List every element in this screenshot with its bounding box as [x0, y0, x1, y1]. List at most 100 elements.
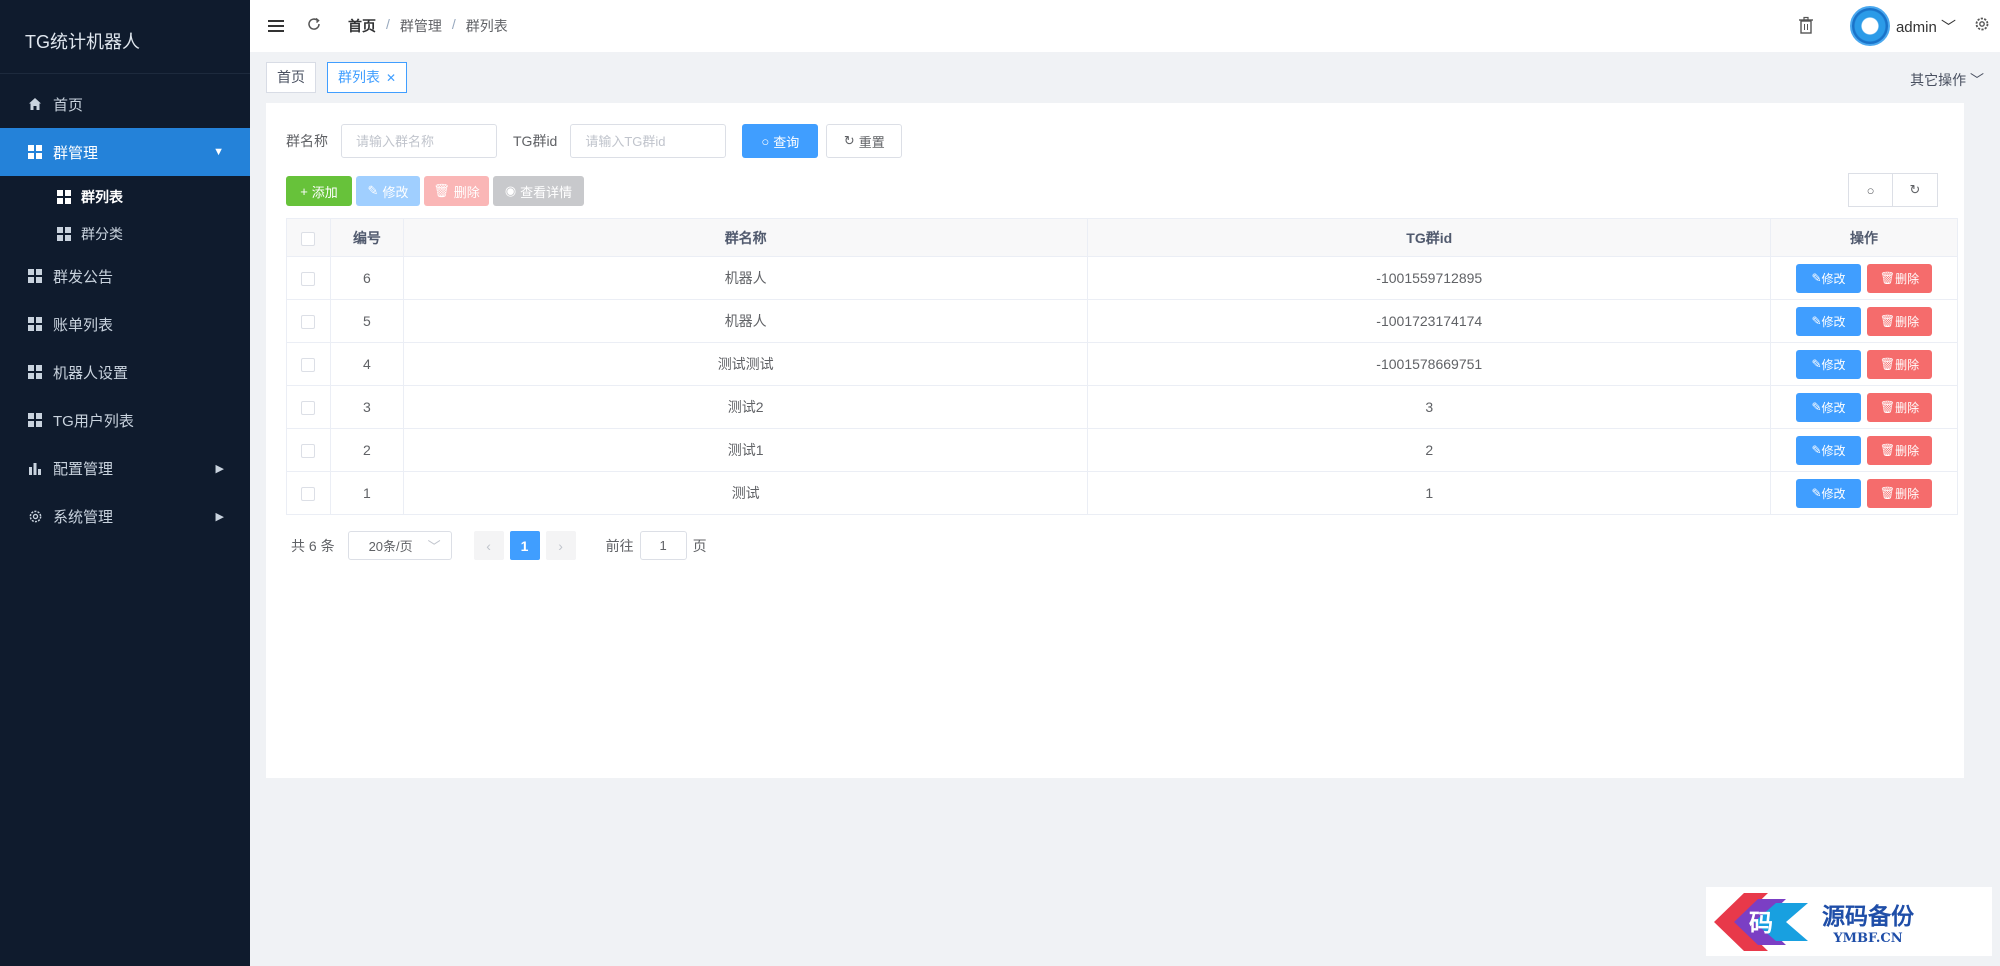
- row-edit-button[interactable]: ✎ 修改: [1796, 349, 1862, 379]
- search-icon: ○: [761, 133, 770, 149]
- row-checkbox[interactable]: [301, 444, 316, 459]
- row-edit-label: 修改: [1821, 271, 1846, 286]
- query-button[interactable]: ○ 查询: [742, 124, 819, 158]
- table-row: 1 测试 1 ✎ 修改 🗑 删除: [286, 471, 1958, 515]
- breadcrumb-item: 群管理: [399, 18, 442, 34]
- select-all-checkbox[interactable]: [301, 231, 316, 246]
- row-edit-button[interactable]: ✎ 修改: [1796, 306, 1862, 336]
- cell-id: 6: [330, 256, 404, 300]
- row-edit-button[interactable]: ✎ 修改: [1796, 478, 1862, 508]
- page-number-current[interactable]: 1: [509, 531, 540, 560]
- cell-group-name: 测试测试: [403, 342, 1089, 386]
- row-select-cell: [286, 385, 331, 429]
- refresh-icon: ↻: [1909, 182, 1921, 197]
- row-checkbox[interactable]: [301, 487, 316, 502]
- row-delete-label: 删除: [1895, 314, 1920, 329]
- row-edit-button[interactable]: ✎ 修改: [1796, 263, 1862, 293]
- settings-gear-icon[interactable]: [1974, 16, 1990, 37]
- sidebar-subitem-group-category[interactable]: 群分类: [0, 215, 250, 252]
- row-delete-button[interactable]: 🗑 删除: [1867, 263, 1933, 293]
- row-edit-label: 修改: [1821, 443, 1846, 458]
- other-operations-dropdown[interactable]: 其它操作 ﹀: [1910, 70, 1984, 90]
- delete-button[interactable]: 🗑 删除: [424, 176, 489, 206]
- table-row: 4 测试测试 -1001578669751 ✎ 修改 🗑 删除: [286, 342, 1958, 386]
- sidebar-item-bills[interactable]: 账单列表: [0, 300, 250, 348]
- sidebar-item-bot-settings[interactable]: 机器人设置: [0, 348, 250, 396]
- breadcrumb-item[interactable]: 首页: [348, 16, 376, 36]
- trash-icon[interactable]: [1798, 16, 1814, 37]
- trash-icon: 🗑: [1879, 271, 1896, 285]
- breadcrumb-separator: /: [451, 16, 456, 32]
- row-checkbox[interactable]: [301, 358, 316, 373]
- add-button[interactable]: + 添加: [286, 176, 352, 206]
- avatar[interactable]: [1849, 6, 1890, 46]
- sidebar-item-label: 首页: [53, 96, 84, 114]
- sidebar-item-config[interactable]: 配置管理 ▶: [0, 444, 250, 492]
- row-delete-label: 删除: [1895, 486, 1920, 501]
- close-icon[interactable]: ✕: [386, 71, 396, 85]
- refresh-icon[interactable]: [306, 16, 322, 37]
- row-select-cell: [286, 299, 331, 343]
- edit-icon: ✎: [1811, 443, 1822, 457]
- edit-icon: ✎: [1811, 486, 1822, 500]
- toggle-search-button[interactable]: ○: [1848, 173, 1893, 207]
- tab-home[interactable]: 首页: [266, 62, 316, 93]
- cell-actions: ✎ 修改 🗑 删除: [1770, 299, 1958, 343]
- group-name-label: 群名称: [286, 133, 328, 149]
- row-edit-button[interactable]: ✎ 修改: [1796, 392, 1862, 422]
- cell-id: 5: [330, 299, 404, 343]
- sidebar-item-broadcast[interactable]: 群发公告: [0, 252, 250, 300]
- goto-page-input[interactable]: [639, 531, 687, 560]
- cell-id: 3: [330, 385, 404, 429]
- sidebar-item-system[interactable]: 系统管理 ▶: [0, 492, 250, 540]
- bar-chart-icon: [27, 460, 43, 476]
- grid-icon: [27, 144, 43, 160]
- row-delete-button[interactable]: 🗑 删除: [1867, 349, 1933, 379]
- sidebar-item-home[interactable]: 首页: [0, 80, 250, 128]
- row-delete-button[interactable]: 🗑 删除: [1867, 435, 1933, 465]
- reset-button[interactable]: ↻ 重置: [826, 124, 903, 158]
- edit-button[interactable]: ✎ 修改: [356, 176, 420, 206]
- sidebar-item-tg-users[interactable]: TG用户列表: [0, 396, 250, 444]
- delete-label: 删除: [453, 184, 480, 200]
- trash-icon: 🗑: [1879, 400, 1896, 414]
- table-header-row: 编号 群名称 TG群id 操作: [286, 218, 1958, 257]
- watermark-emblem-icon: 码: [1714, 893, 1808, 951]
- page-size-select[interactable]: 20条/页 ﹀: [347, 531, 452, 560]
- watermark-en: YMBF.CN: [1833, 931, 1903, 946]
- row-edit-label: 修改: [1821, 400, 1846, 415]
- refresh-button[interactable]: ↻: [1893, 173, 1938, 207]
- prev-page-button[interactable]: ‹: [473, 531, 504, 560]
- sidebar-subitem-group-list[interactable]: 群列表: [0, 178, 250, 215]
- row-delete-button[interactable]: 🗑 删除: [1867, 306, 1933, 336]
- cell-actions: ✎ 修改 🗑 删除: [1770, 471, 1958, 515]
- trash-icon: 🗑: [433, 183, 450, 198]
- tg-id-input[interactable]: [570, 124, 727, 158]
- pagination: 共 6 条 20条/页 ﹀ ‹ 1 › 前往 页: [291, 531, 707, 560]
- breadcrumb-separator: /: [386, 16, 390, 32]
- view-details-button[interactable]: ◉ 查看详情: [493, 176, 584, 206]
- grid-icon: [27, 268, 43, 284]
- row-checkbox[interactable]: [301, 401, 316, 416]
- row-edit-button[interactable]: ✎ 修改: [1796, 435, 1862, 465]
- trash-icon: 🗑: [1879, 486, 1896, 500]
- cell-group-name: 机器人: [403, 256, 1089, 300]
- user-menu[interactable]: admin ﹀: [1896, 16, 1956, 37]
- right-toolbar: ○ ↻: [1848, 173, 1938, 207]
- row-delete-button[interactable]: 🗑 删除: [1867, 392, 1933, 422]
- row-checkbox[interactable]: [301, 272, 316, 287]
- cell-id: 4: [330, 342, 404, 386]
- group-name-input[interactable]: [341, 124, 497, 158]
- sidebar-item-group-management[interactable]: 群管理 ▼: [0, 128, 250, 176]
- goto-label: 前往: [605, 537, 634, 554]
- row-delete-button[interactable]: 🗑 删除: [1867, 478, 1933, 508]
- grid-icon: [57, 189, 71, 204]
- menu-toggle-icon[interactable]: [268, 17, 284, 35]
- header-right: admin ﹀: [1798, 0, 2000, 52]
- next-page-button[interactable]: ›: [545, 531, 576, 560]
- tab-label: 首页: [277, 69, 305, 85]
- edit-icon: ✎: [1811, 400, 1822, 414]
- tab-group-list[interactable]: 群列表 ✕: [327, 62, 408, 93]
- sidebar-subitem-label: 群分类: [81, 225, 123, 242]
- row-checkbox[interactable]: [301, 315, 316, 330]
